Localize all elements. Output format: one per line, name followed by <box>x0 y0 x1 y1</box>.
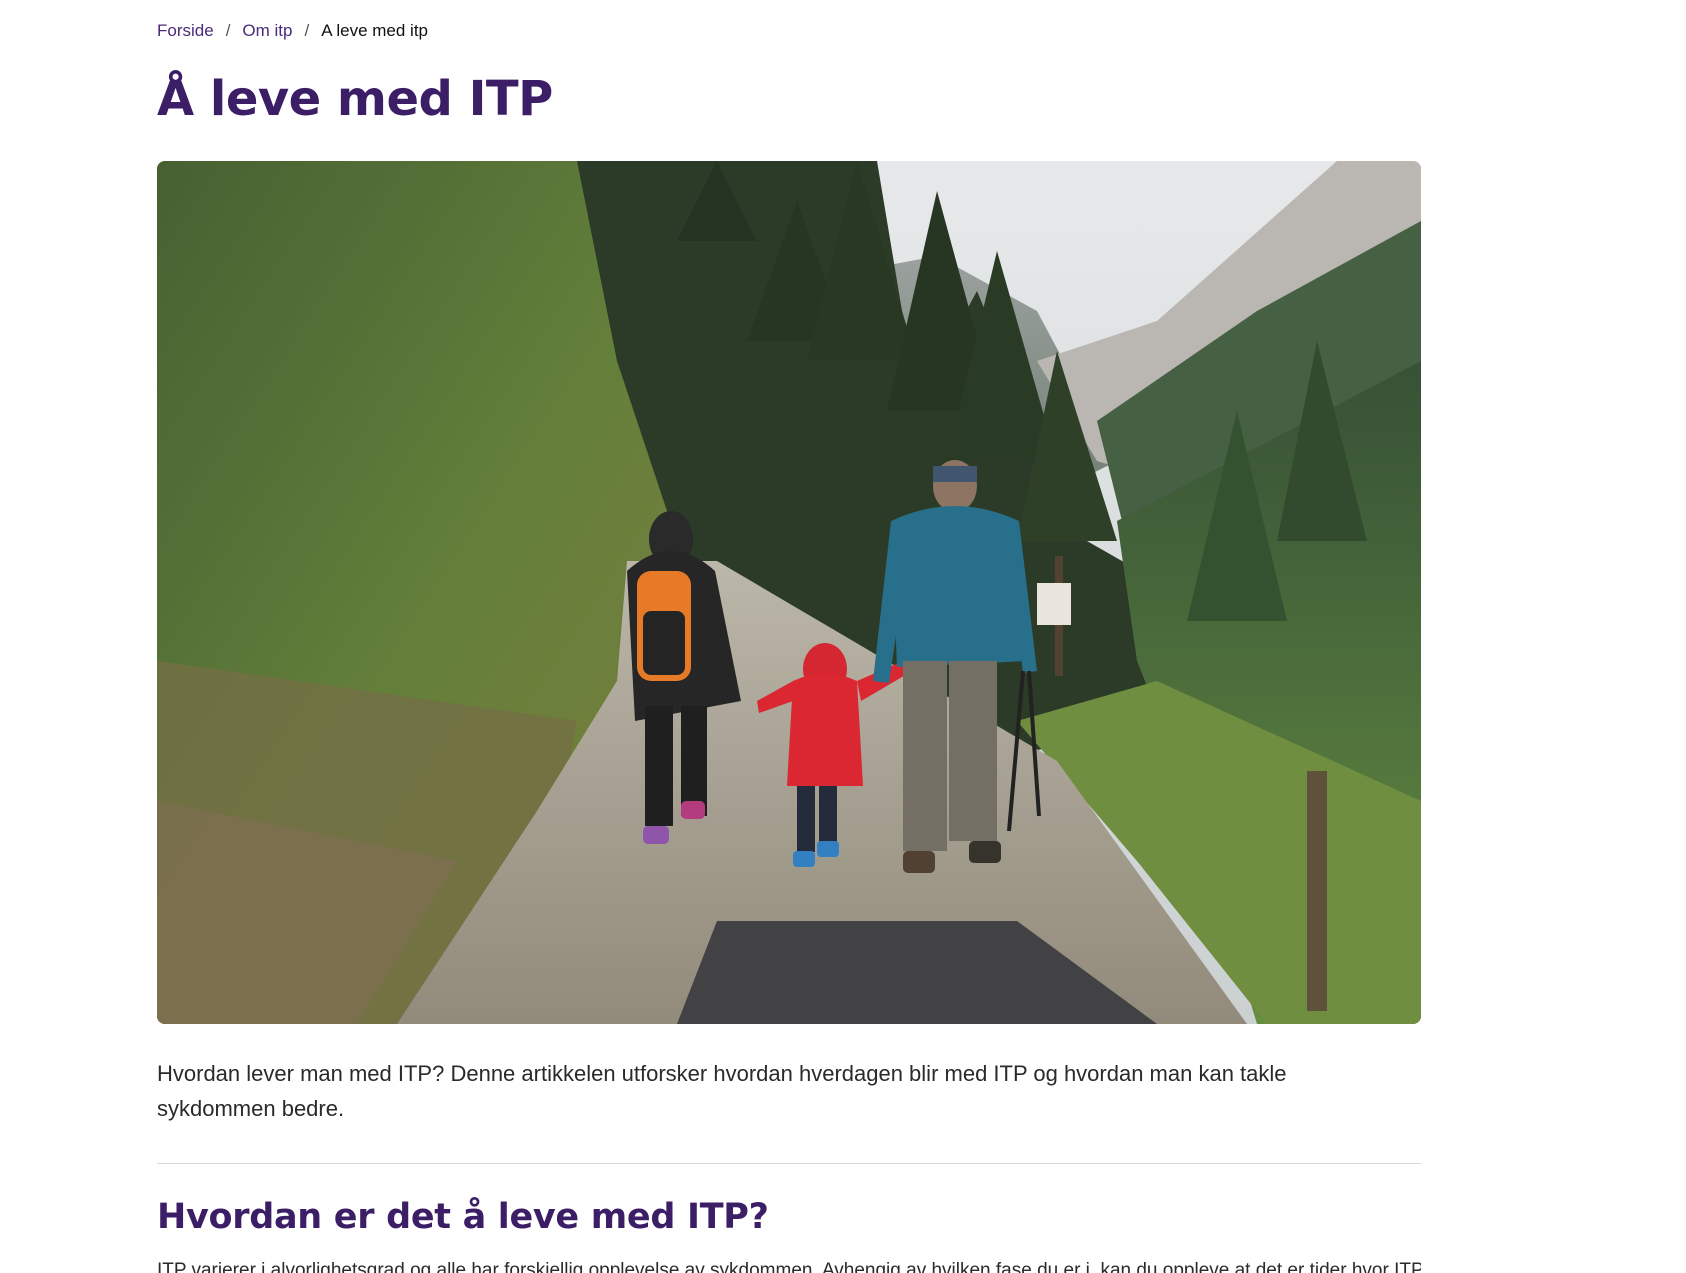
hero-image <box>157 161 1421 1024</box>
section-paragraph: ITP varierer i alvorlighetsgrad og alle … <box>157 1260 1421 1273</box>
breadcrumb-separator: / <box>225 21 231 40</box>
section-heading: Hvordan er det å leve med ITP? <box>157 1197 769 1237</box>
breadcrumb-separator: / <box>304 21 310 40</box>
breadcrumb-link-om-itp[interactable]: Om itp <box>242 19 292 43</box>
breadcrumb: Forside / Om itp / A leve med itp <box>157 19 428 43</box>
breadcrumb-link-forside[interactable]: Forside <box>157 19 214 43</box>
article-lead: Hvordan lever man med ITP? Denne artikke… <box>157 1061 1287 1121</box>
breadcrumb-current: A leve med itp <box>321 21 428 40</box>
page-title: Å leve med ITP <box>157 71 553 127</box>
divider <box>157 1163 1421 1164</box>
